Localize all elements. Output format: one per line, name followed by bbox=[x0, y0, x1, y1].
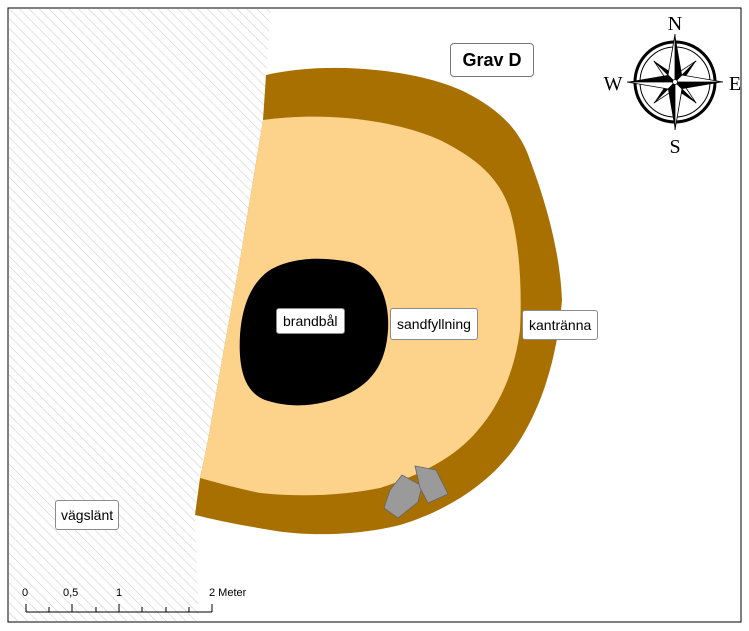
scale-label-0-5: 0,5 bbox=[63, 587, 79, 599]
map-title: Grav D bbox=[450, 43, 534, 77]
scale-label-0: 0 bbox=[22, 587, 29, 599]
compass-s: S bbox=[669, 136, 680, 158]
scale-label-1: 1 bbox=[116, 587, 123, 599]
map-canvas: N S E W bbox=[7, 7, 742, 623]
compass-w: W bbox=[604, 73, 623, 95]
compass-e: E bbox=[729, 73, 741, 95]
label-kantranna: kantränna bbox=[522, 310, 599, 340]
scale-label-2-meter: 2 Meter bbox=[209, 587, 247, 599]
label-brandbal: brandbål bbox=[276, 308, 345, 334]
compass-n: N bbox=[668, 13, 682, 35]
label-vagslant: vägslänt bbox=[55, 500, 120, 530]
label-sandfyllning: sandfyllning bbox=[390, 308, 478, 340]
